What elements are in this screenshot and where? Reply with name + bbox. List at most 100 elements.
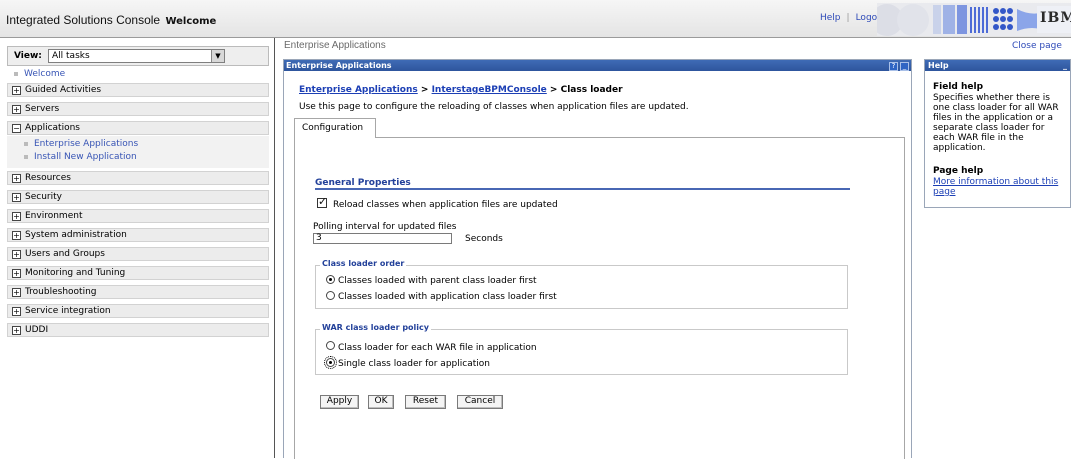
expand-icon[interactable]: + [12, 231, 21, 240]
expand-icon[interactable]: + [12, 250, 21, 259]
expand-icon[interactable]: + [12, 105, 21, 114]
nav-item-troubleshooting[interactable]: + Troubleshooting [7, 285, 269, 299]
bullet-icon [24, 154, 28, 159]
portlet-title-bar: Enterprise Applications ? _ [284, 60, 911, 71]
console-title: Integrated Solutions Console Welcome [6, 13, 216, 27]
nav-item-monitoring-and-tuning[interactable]: + Monitoring and Tuning [7, 266, 269, 280]
view-label: View: [14, 51, 42, 61]
nav-item-label: System administration [25, 230, 127, 240]
nav-item-system-administration[interactable]: + System administration [7, 228, 269, 242]
view-select-value: All tasks [52, 51, 90, 61]
nav-item-label: Applications [25, 123, 80, 133]
help-title-bar: Help _ [925, 60, 1070, 71]
expand-icon[interactable]: + [12, 174, 21, 183]
nav-item-label: Service integration [25, 306, 111, 316]
expand-icon[interactable]: + [12, 326, 21, 335]
nav-item-label: Servers [25, 104, 60, 114]
nav-item-label: Troubleshooting [25, 287, 97, 297]
section-divider [315, 188, 850, 190]
expand-icon[interactable]: + [12, 269, 21, 278]
bullet-icon [14, 71, 18, 76]
breadcrumb-link-enterprise-applications[interactable]: Enterprise Applications [299, 85, 418, 95]
configuration-panel: General Properties ✓ Reload classes when… [294, 137, 905, 459]
breadcrumb-link-application[interactable]: InterstageBPMConsole [432, 85, 547, 95]
breadcrumb: Enterprise Applications > InterstageBPMC… [299, 85, 623, 95]
polling-interval-input[interactable]: 3 [313, 233, 452, 244]
class-loader-order-group [315, 265, 848, 309]
cancel-button[interactable]: Cancel [457, 395, 503, 409]
expand-icon[interactable]: + [12, 193, 21, 202]
nav-item-label: Environment [25, 211, 83, 221]
war-class-loader-policy-legend: WAR class loader policy [320, 323, 431, 332]
radio-single-loader-label: Single class loader for application [338, 359, 490, 369]
polling-interval-label: Polling interval for updated files [313, 222, 457, 232]
nav-item-label: UDDI [25, 325, 49, 335]
checkmark-icon: ✓ [318, 195, 328, 208]
help-icon[interactable]: ? [889, 62, 898, 71]
breadcrumb-separator: > [420, 85, 429, 95]
close-page-link[interactable]: Close page [1012, 41, 1062, 51]
radio-application-first-label: Classes loaded with application class lo… [338, 292, 557, 302]
expand-icon[interactable]: + [12, 212, 21, 221]
nav-item-label: Resources [25, 173, 71, 183]
page-help-heading: Page help [933, 166, 984, 176]
radio-parent-first-label: Classes loaded with parent class loader … [338, 276, 537, 286]
collapse-icon[interactable]: − [12, 124, 21, 133]
ok-button[interactable]: OK [368, 395, 394, 409]
nav-welcome-link[interactable]: Welcome [14, 69, 65, 79]
help-link[interactable]: Help [820, 13, 841, 23]
view-select[interactable]: All tasks ▼ [48, 49, 225, 63]
link-separator: | [846, 13, 850, 23]
radio-single-loader[interactable] [324, 356, 337, 369]
page-description: Use this page to configure the reloading… [299, 102, 689, 112]
tab-configuration[interactable]: Configuration [294, 118, 376, 138]
nav-sub-label: Enterprise Applications [34, 139, 139, 149]
reload-classes-checkbox[interactable]: ✓ [317, 195, 328, 208]
reset-button[interactable]: Reset [405, 395, 446, 409]
nav-item-label: Security [25, 192, 62, 202]
polling-unit-label: Seconds [465, 234, 503, 244]
dropdown-arrow-icon[interactable]: ▼ [211, 50, 224, 62]
welcome-label: Welcome [165, 16, 217, 27]
breadcrumb-separator: > [549, 85, 558, 95]
nav-item-guided-activities[interactable]: + Guided Activities [7, 83, 269, 97]
bullet-icon [24, 141, 28, 146]
portlet-title: Enterprise Applications [286, 61, 392, 70]
breadcrumb-current: Class loader [560, 85, 623, 95]
nav-item-label: Guided Activities [25, 85, 102, 95]
nav-sub-label: Install New Application [34, 152, 137, 162]
radio-parent-first[interactable] [326, 275, 335, 284]
minimize-icon[interactable]: _ [1063, 60, 1067, 71]
view-selector-box: View: All tasks ▼ [7, 46, 269, 66]
expand-icon[interactable]: + [12, 288, 21, 297]
nav-sub-install-new-application[interactable]: Install New Application [24, 152, 137, 162]
nav-item-users-and-groups[interactable]: + Users and Groups [7, 247, 269, 261]
nav-sub-enterprise-applications[interactable]: Enterprise Applications [24, 139, 138, 149]
page-help-link[interactable]: More information about this page [933, 177, 1069, 197]
nav-item-label: Monitoring and Tuning [25, 268, 126, 278]
nav-item-applications[interactable]: − Applications [7, 121, 269, 135]
ibm-brand: IBM. [1040, 10, 1071, 26]
app-title: Integrated Solutions Console [6, 13, 161, 27]
nav-item-resources[interactable]: + Resources [7, 171, 269, 185]
help-portlet: Help _ Field help Specifies whether ther… [924, 59, 1071, 208]
reload-classes-label: Reload classes when application files ar… [333, 200, 558, 210]
radio-application-first[interactable] [326, 291, 335, 300]
nav-item-servers[interactable]: + Servers [7, 102, 269, 116]
field-help-heading: Field help [933, 82, 984, 92]
field-help-text: Specifies whether there is one class loa… [933, 93, 1059, 153]
page-title: Enterprise Applications [284, 40, 386, 51]
nav-item-service-integration[interactable]: + Service integration [7, 304, 269, 318]
minimize-icon[interactable]: _ [900, 62, 909, 71]
expand-icon[interactable]: + [12, 307, 21, 316]
radio-loader-per-war-label: Class loader for each WAR file in applic… [338, 343, 537, 353]
help-title: Help [928, 61, 949, 70]
nav-item-security[interactable]: + Security [7, 190, 269, 204]
apply-button[interactable]: Apply [320, 395, 359, 409]
general-properties-heading: General Properties [315, 178, 411, 188]
radio-loader-per-war[interactable] [326, 341, 335, 350]
class-loader-order-legend: Class loader order [320, 259, 407, 268]
expand-icon[interactable]: + [12, 86, 21, 95]
nav-item-environment[interactable]: + Environment [7, 209, 269, 223]
nav-item-uddi[interactable]: + UDDI [7, 323, 269, 337]
